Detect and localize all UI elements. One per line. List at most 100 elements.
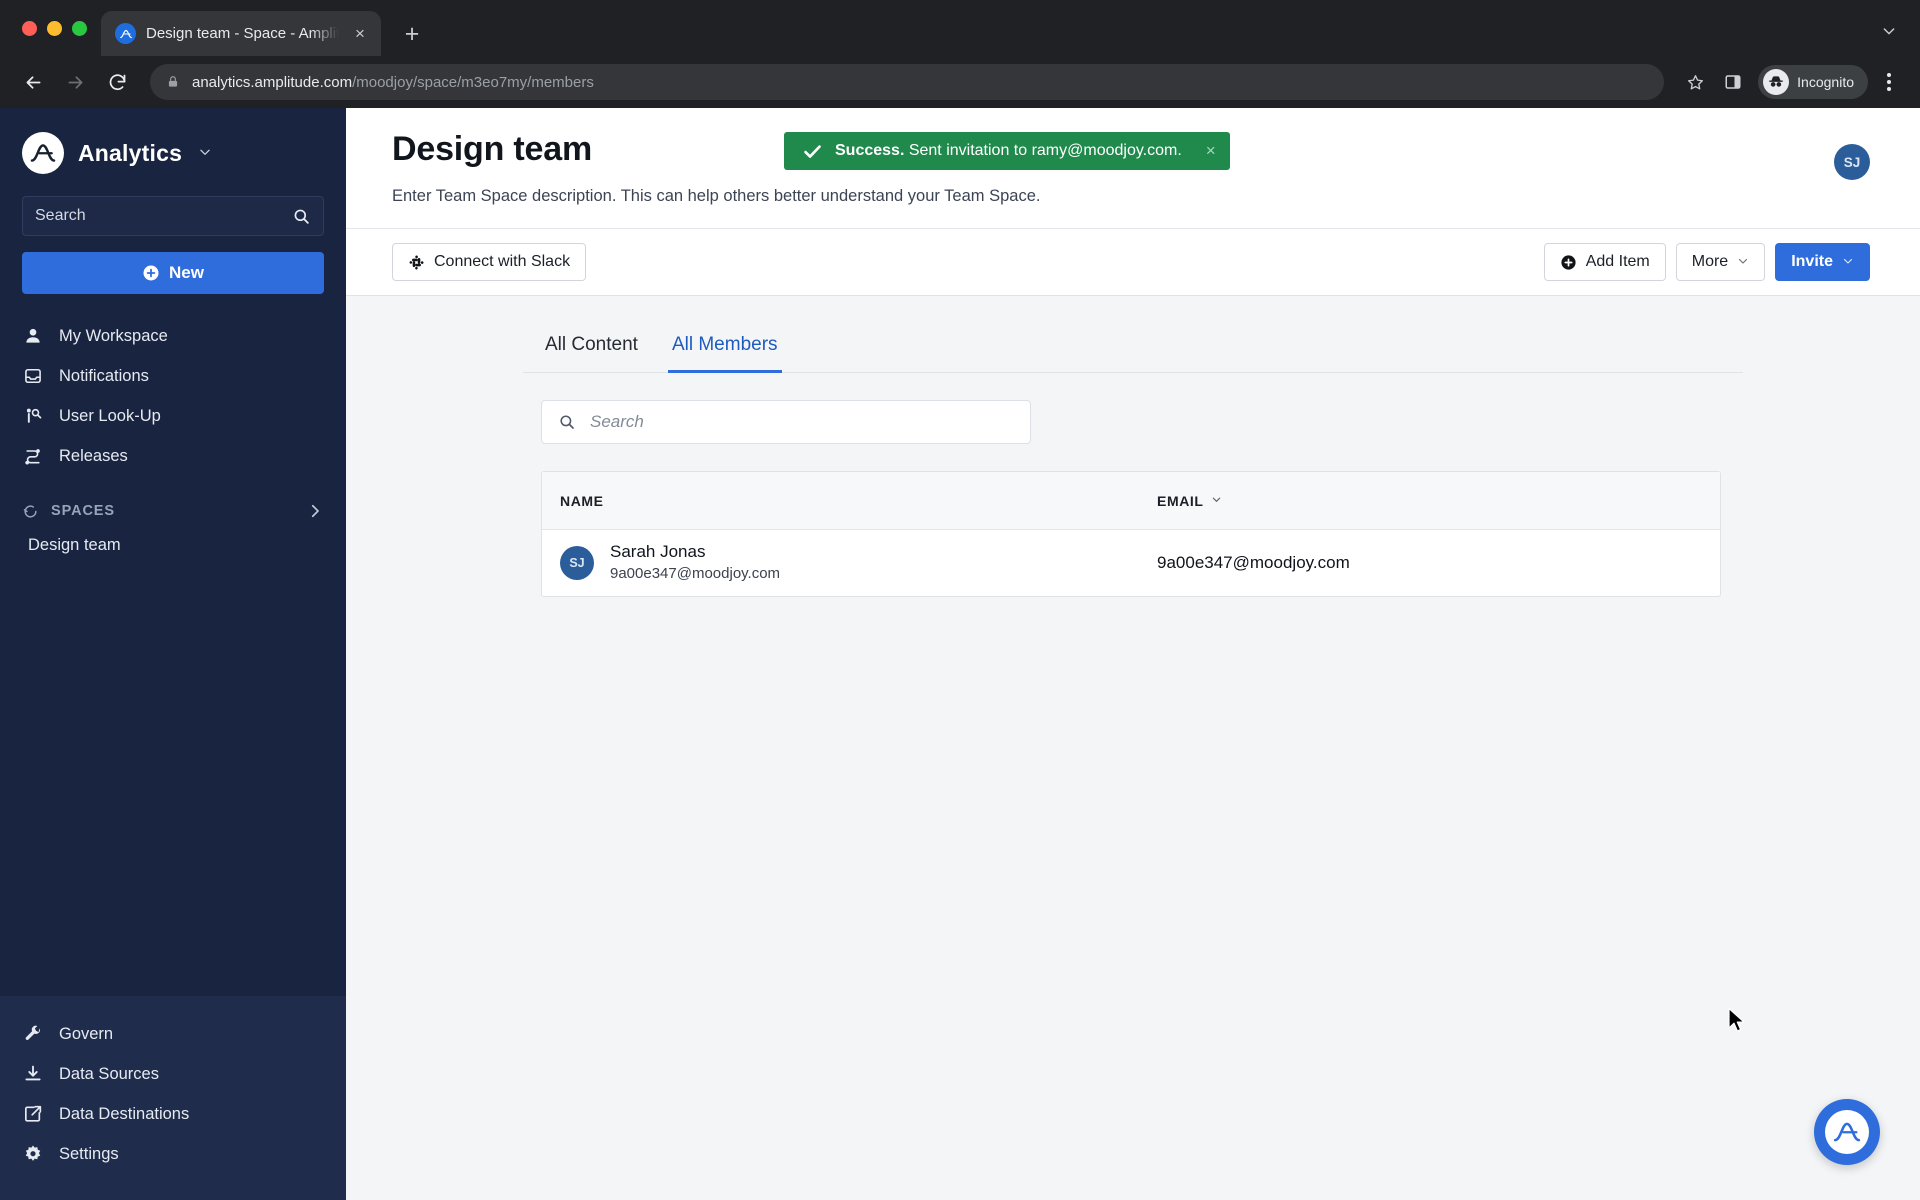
sidebar: Analytics Search New My Workspace Notifi… — [0, 108, 346, 1200]
toast-strong: Success. — [835, 142, 905, 159]
minimize-window-button[interactable] — [47, 20, 62, 36]
table-row[interactable]: SJ Sarah Jonas 9a00e347@moodjoy.com 9a00… — [542, 530, 1720, 596]
sidebar-item-label: Settings — [59, 1144, 119, 1163]
sidebar-space-design-team[interactable]: Design team — [0, 528, 346, 563]
address-bar[interactable]: analytics.amplitude.com/moodjoy/space/m3… — [150, 64, 1665, 100]
releases-icon — [22, 446, 44, 466]
column-header-name[interactable]: NAME — [542, 493, 1157, 509]
sidebar-item-settings[interactable]: Settings — [0, 1134, 346, 1174]
member-sub-email: 9a00e347@moodjoy.com — [610, 565, 781, 583]
sidebar-item-label: Govern — [59, 1024, 114, 1043]
profile-label: Incognito — [1797, 74, 1854, 90]
chevron-right-icon[interactable] — [306, 502, 324, 520]
slack-icon — [408, 254, 425, 271]
sidebar-item-label: Releases — [59, 446, 128, 465]
toast-message: Success. Sent invitation to ramy@moodjoy… — [835, 142, 1182, 160]
tab-all-members[interactable]: All Members — [667, 328, 782, 373]
more-label: More — [1691, 253, 1729, 270]
sidebar-item-label: Data Destinations — [59, 1104, 190, 1123]
chevron-down-icon[interactable] — [1872, 14, 1906, 48]
invite-button[interactable]: Invite — [1775, 243, 1870, 281]
url-path: /moodjoy/space/m3eo7my/members — [352, 73, 594, 91]
sidebar-item-my-workspace[interactable]: My Workspace — [0, 316, 346, 356]
back-arrow-icon[interactable] — [14, 63, 52, 101]
sidebar-item-data-destinations[interactable]: Data Destinations — [0, 1094, 346, 1134]
amplitude-logo-icon — [22, 132, 64, 174]
lock-icon — [166, 75, 180, 89]
sidebar-item-data-sources[interactable]: Data Sources — [0, 1054, 346, 1094]
browser-tab[interactable]: Design team - Space - Amplitu × — [101, 11, 381, 56]
url-host: analytics.amplitude.com — [192, 73, 353, 91]
close-window-button[interactable] — [22, 20, 37, 36]
tab-title: Design team - Space - Amplitu — [146, 25, 339, 42]
page-viewport: Analytics Search New My Workspace Notifi… — [0, 108, 1920, 1200]
sidebar-item-label: Data Sources — [59, 1064, 159, 1083]
plus-circle-icon — [142, 264, 160, 282]
forward-arrow-icon[interactable] — [56, 63, 94, 101]
avatar[interactable]: SJ — [1834, 144, 1870, 180]
more-button[interactable]: More — [1675, 243, 1766, 281]
search-icon — [292, 207, 311, 226]
star-icon[interactable] — [1678, 65, 1712, 99]
member-search-input[interactable]: Search — [541, 400, 1031, 444]
sidebar-item-label: User Look-Up — [59, 406, 161, 425]
spaces-icon — [22, 503, 39, 520]
maximize-window-button[interactable] — [72, 20, 87, 36]
share-out-icon — [22, 1104, 44, 1124]
member-name: Sarah Jonas — [610, 542, 706, 562]
chevron-down-icon — [1737, 255, 1749, 270]
amplitude-icon — [115, 23, 136, 44]
member-name-cell: SJ Sarah Jonas 9a00e347@moodjoy.com — [542, 541, 1157, 584]
page-subtitle: Enter Team Space description. This can h… — [392, 187, 1041, 205]
connect-with-slack-button[interactable]: Connect with Slack — [392, 243, 587, 281]
add-item-button[interactable]: Add Item — [1543, 243, 1666, 281]
close-icon[interactable]: × — [1206, 141, 1216, 161]
sidebar-item-releases[interactable]: Releases — [0, 436, 346, 476]
sidebar-item-notifications[interactable]: Notifications — [0, 356, 346, 396]
invite-label: Invite — [1791, 253, 1833, 270]
brand-header[interactable]: Analytics — [0, 108, 346, 192]
wrench-icon — [22, 1024, 44, 1044]
member-search-placeholder: Search — [590, 412, 644, 431]
omnibox-toolbar: analytics.amplitude.com/moodjoy/space/m3… — [0, 56, 1920, 108]
profile-chip[interactable]: Incognito — [1758, 65, 1868, 99]
amplitude-help-fab[interactable] — [1814, 1099, 1880, 1165]
amplitude-logo-icon — [1825, 1110, 1869, 1154]
download-icon — [22, 1064, 44, 1084]
spaces-section-header[interactable]: SPACES — [0, 476, 346, 528]
sidebar-item-label: Notifications — [59, 366, 149, 385]
add-item-label: Add Item — [1585, 253, 1650, 270]
search-placeholder: Search — [35, 207, 86, 224]
plus-circle-icon — [1560, 254, 1577, 271]
brand-name: Analytics — [78, 139, 183, 166]
column-header-email[interactable]: EMAIL — [1157, 493, 1222, 509]
sidebar-top-section: Analytics Search New My Workspace Notifi… — [0, 108, 346, 996]
url-text: analytics.amplitude.com/moodjoy/space/m3… — [192, 74, 594, 91]
member-email-cell: 9a00e347@moodjoy.com — [1157, 553, 1350, 572]
page-header: Design team Enter Team Space description… — [346, 108, 1920, 228]
side-panel-icon[interactable] — [1716, 65, 1750, 99]
sidebar-item-govern[interactable]: Govern — [0, 1014, 346, 1054]
spaces-label: SPACES — [51, 503, 115, 519]
main-content: Design team Enter Team Space description… — [346, 108, 1920, 1200]
table-header-row: NAME EMAIL — [542, 472, 1720, 530]
chevron-down-icon[interactable] — [198, 145, 212, 162]
chevron-down-icon — [1842, 255, 1854, 270]
reload-icon[interactable] — [98, 63, 136, 101]
new-tab-button[interactable]: + — [395, 17, 429, 51]
person-icon — [22, 326, 44, 346]
inbox-icon — [22, 366, 44, 386]
column-header-email-label: EMAIL — [1157, 492, 1204, 509]
content-tabs: All Content All Members — [523, 328, 1743, 373]
sidebar-bottom-section: Govern Data Sources Data Destinations Se… — [0, 996, 346, 1200]
tab-all-content[interactable]: All Content — [541, 328, 642, 373]
action-toolbar: Connect with Slack Add Item More Invite — [346, 228, 1920, 296]
search-input[interactable]: Search — [22, 196, 324, 236]
sidebar-item-user-look-up[interactable]: User Look-Up — [0, 396, 346, 436]
mouse-cursor — [1727, 1007, 1749, 1040]
new-button[interactable]: New — [22, 252, 324, 294]
close-icon[interactable]: × — [349, 23, 371, 45]
avatar: SJ — [560, 546, 594, 580]
incognito-icon — [1763, 69, 1790, 95]
kebab-menu-icon[interactable] — [1872, 65, 1906, 99]
